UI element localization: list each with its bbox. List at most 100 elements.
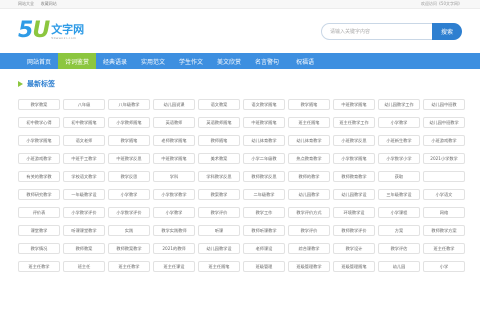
tag-item[interactable]: 综合课教学 [288,243,330,254]
tag-item[interactable]: 环境教学设 [333,207,375,218]
tag-item[interactable]: 语文教案 [198,99,240,110]
tag-item[interactable]: 初中教学心得 [18,117,60,128]
tag-item[interactable]: 听课 [198,225,240,236]
tag-item[interactable]: 班主任教学 [18,261,60,272]
tag-item[interactable]: 实践 [108,225,150,236]
tag-item[interactable]: 班主任 [63,261,105,272]
tag-item[interactable]: 教学评价 [198,207,240,218]
nav-item[interactable]: 实用范文 [134,53,172,69]
tag-item[interactable]: 中班教学随笔 [333,99,375,110]
tag-item[interactable]: 评价表 [18,207,60,218]
tag-item[interactable]: 课堂教学 [18,225,60,236]
tag-item[interactable]: 老师课设 [243,243,285,254]
tag-item[interactable]: 老师教学随笔 [153,135,195,146]
tag-item[interactable]: 美术教案 [198,153,240,164]
nav-item[interactable]: 诗词鉴赏 [58,53,96,69]
tag-item[interactable]: 方案 [378,225,420,236]
tag-item[interactable]: 学校语文教学 [63,171,105,182]
tag-item[interactable]: 幼儿园教学设 [333,189,375,200]
tag-item[interactable]: 教学评估 [378,243,420,254]
tag-item[interactable]: 教师听课教学 [243,225,285,236]
tag-item[interactable]: 小学教学随笔 [18,135,60,146]
tag-item[interactable]: 幼儿体育教学 [243,135,285,146]
nav-item[interactable]: 网站首页 [20,53,58,69]
tag-item[interactable]: 教师教学反思 [243,171,285,182]
tag-item[interactable]: 小学教学 [153,207,195,218]
tag-item[interactable]: 教师教案 [63,243,105,254]
tag-item[interactable]: 幼儿园教学 [288,189,330,200]
tag-item[interactable]: 教学随笔 [288,99,330,110]
tag-item[interactable]: 教学设计 [333,243,375,254]
top-link-bookmark[interactable]: 收藏网站 [41,1,57,6]
tag-item[interactable]: 小班游戏教学 [423,135,465,146]
tag-item[interactable]: 八年级 [63,99,105,110]
tag-item[interactable]: 教师教育教学 [333,171,375,182]
tag-item[interactable]: 班主任教学工作 [333,117,375,128]
tag-item[interactable]: 小学数学随笔 [333,153,375,164]
tag-item[interactable]: 中班教学反思 [108,153,150,164]
nav-item[interactable]: 学生作文 [172,53,210,69]
tag-item[interactable]: 英语教师 [153,117,195,128]
tag-item[interactable]: 教学实践教师 [153,225,195,236]
tag-item[interactable]: 小学二年级教 [243,153,285,164]
tag-item[interactable]: 三年级教学设 [378,189,420,200]
tag-item[interactable]: 八年级教学 [108,99,150,110]
tag-item[interactable]: 初中教学随笔 [63,117,105,128]
tag-item[interactable]: 小学教师随笔 [108,117,150,128]
tag-item[interactable]: 教学反思 [108,171,150,182]
tag-item[interactable]: 二年级教学 [243,189,285,200]
tag-item[interactable]: 小学语文 [423,189,465,200]
tag-item[interactable]: 班主任教学 [108,261,150,272]
tag-item[interactable]: 小学教学 [378,117,420,128]
tag-item[interactable]: 教学工作 [243,207,285,218]
tag-item[interactable]: 班主任教学 [423,243,465,254]
tag-item[interactable]: 小班教学反思 [333,135,375,146]
tag-item[interactable]: 班主任随笔 [198,261,240,272]
tag-item[interactable]: 小学教学 [108,189,150,200]
tag-item[interactable]: 听课课堂教学 [63,225,105,236]
nav-item[interactable]: 经典语录 [96,53,134,69]
tag-item[interactable]: 学科 [153,171,195,182]
tag-item[interactable]: 教师教学评价 [333,225,375,236]
tag-item[interactable]: 幼儿园中班教 [423,99,465,110]
tag-item[interactable]: 班主任课设 [153,261,195,272]
tag-item[interactable]: 教案教学 [198,189,240,200]
tag-item[interactable]: 班主任随笔 [288,117,330,128]
tag-item[interactable]: 教师研究教学 [18,189,60,200]
tag-item[interactable]: 教师教案教学 [108,243,150,254]
tag-item[interactable]: 教师的教学 [288,171,330,182]
tag-item[interactable]: 网络 [423,207,465,218]
tag-item[interactable]: 英语教师随笔 [198,117,240,128]
tag-item[interactable]: 2021小学数学 [423,153,465,164]
search-input[interactable]: 请输入关键字内容 [321,22,433,40]
tag-item[interactable]: 小学 [423,261,465,272]
tag-item[interactable]: 小学教学评价 [63,207,105,218]
tag-item[interactable]: 小学数学评价 [108,207,150,218]
tag-item[interactable]: 小学数学小学 [378,153,420,164]
tag-item[interactable]: 幼儿园教学工作 [378,99,420,110]
tag-item[interactable]: 班级管理随笔 [333,261,375,272]
tag-item[interactable]: 教师教学方案 [423,225,465,236]
tag-item[interactable]: 教学随笔 [108,135,150,146]
tag-item[interactable]: 教学评价 [288,225,330,236]
tag-item[interactable]: 中班教学随笔 [153,153,195,164]
tag-item[interactable]: 小班新生教学 [378,135,420,146]
tag-item[interactable]: 小学数学教学 [153,189,195,200]
tag-item[interactable]: 幼儿体育教学 [288,135,330,146]
tag-item[interactable]: 语文教学随笔 [243,99,285,110]
tag-item[interactable]: 幼儿园教学设 [198,243,240,254]
tag-item[interactable]: 中班手工教学 [63,153,105,164]
nav-item[interactable]: 名言警句 [248,53,286,69]
site-logo[interactable]: 5U 文字网 50wenzi.com [18,20,84,42]
tag-item[interactable]: 班级管理 [243,261,285,272]
tag-item[interactable]: 有关的教学教 [18,171,60,182]
top-link-directory[interactable]: 网站大全 [18,1,34,6]
tag-item[interactable]: 语文老师 [63,135,105,146]
tag-item[interactable]: 教学评价方式 [288,207,330,218]
tag-item[interactable]: 教师随笔 [198,135,240,146]
tag-item[interactable]: 学科教学反思 [198,171,240,182]
tag-item[interactable]: 中班教学随笔 [243,117,285,128]
tag-item[interactable]: 2021的教师 [153,243,195,254]
tag-item[interactable]: 教学教案 [18,99,60,110]
tag-item[interactable]: 教学情况 [18,243,60,254]
